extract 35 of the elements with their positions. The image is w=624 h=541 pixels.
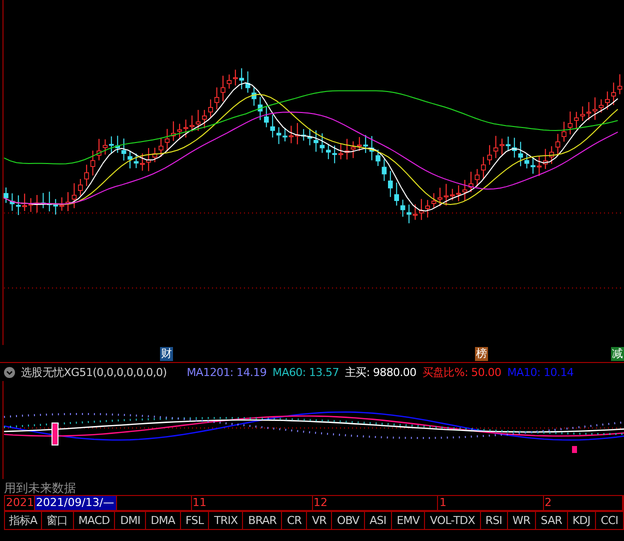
indicator-name: 选股无忧XG51(0,0,0,0,0,0,0) — [21, 364, 167, 380]
date-axis-label[interactable]: 2021/09/13/— — [35, 496, 118, 510]
indicator-tab[interactable]: KDJ — [568, 511, 596, 530]
indicator-tab[interactable]: OBV — [332, 511, 365, 530]
date-axis-label: 11 — [192, 496, 313, 510]
indicator-tab[interactable]: CR — [282, 511, 308, 530]
indicator-value: MA60: 13.57 — [272, 366, 339, 378]
indicator-tab[interactable]: BRAR — [243, 511, 282, 530]
indicator-value: 买盘比%: 50.00 — [422, 364, 502, 380]
indicator-value: MA1201: 14.19 — [186, 366, 267, 378]
indicator-tab[interactable]: VR — [307, 511, 332, 530]
date-axis-label: 2 — [544, 496, 623, 510]
indicator-tab[interactable]: ASI — [364, 511, 392, 530]
event-marker[interactable]: 榜 — [475, 347, 488, 361]
indicator-tab[interactable]: CCI — [596, 511, 624, 530]
indicator-tab[interactable]: 指标A — [4, 511, 42, 530]
indicator-tab[interactable]: WR — [508, 511, 536, 530]
date-axis-label: 12 — [312, 496, 438, 510]
indicator-value: MA10: 10.14 — [507, 366, 574, 378]
indicator-tab[interactable]: DMA — [146, 511, 181, 530]
indicator-tab[interactable]: VOL-TDX — [425, 511, 481, 530]
indicator-tab[interactable]: RSI — [480, 511, 508, 530]
indicator-tab[interactable]: DMI — [115, 511, 146, 530]
indicator-tab[interactable]: 窗口 — [42, 511, 74, 530]
warning-text: 用到未来数据 — [4, 481, 77, 495]
indicator-tab[interactable]: TRIX — [209, 511, 244, 530]
event-marker[interactable]: 减 — [611, 347, 624, 361]
event-marker[interactable]: 财 — [160, 347, 173, 361]
indicator-tab[interactable]: EMV — [392, 511, 426, 530]
indicator-value: 主买: 9880.00 — [344, 364, 416, 380]
dropdown-icon[interactable] — [4, 366, 15, 378]
indicator-tab[interactable]: FSL — [180, 511, 210, 530]
indicator-tab[interactable]: MACD — [74, 511, 116, 530]
date-axis-label: 1 — [438, 496, 544, 510]
indicator-tab[interactable]: SAR — [536, 511, 568, 530]
